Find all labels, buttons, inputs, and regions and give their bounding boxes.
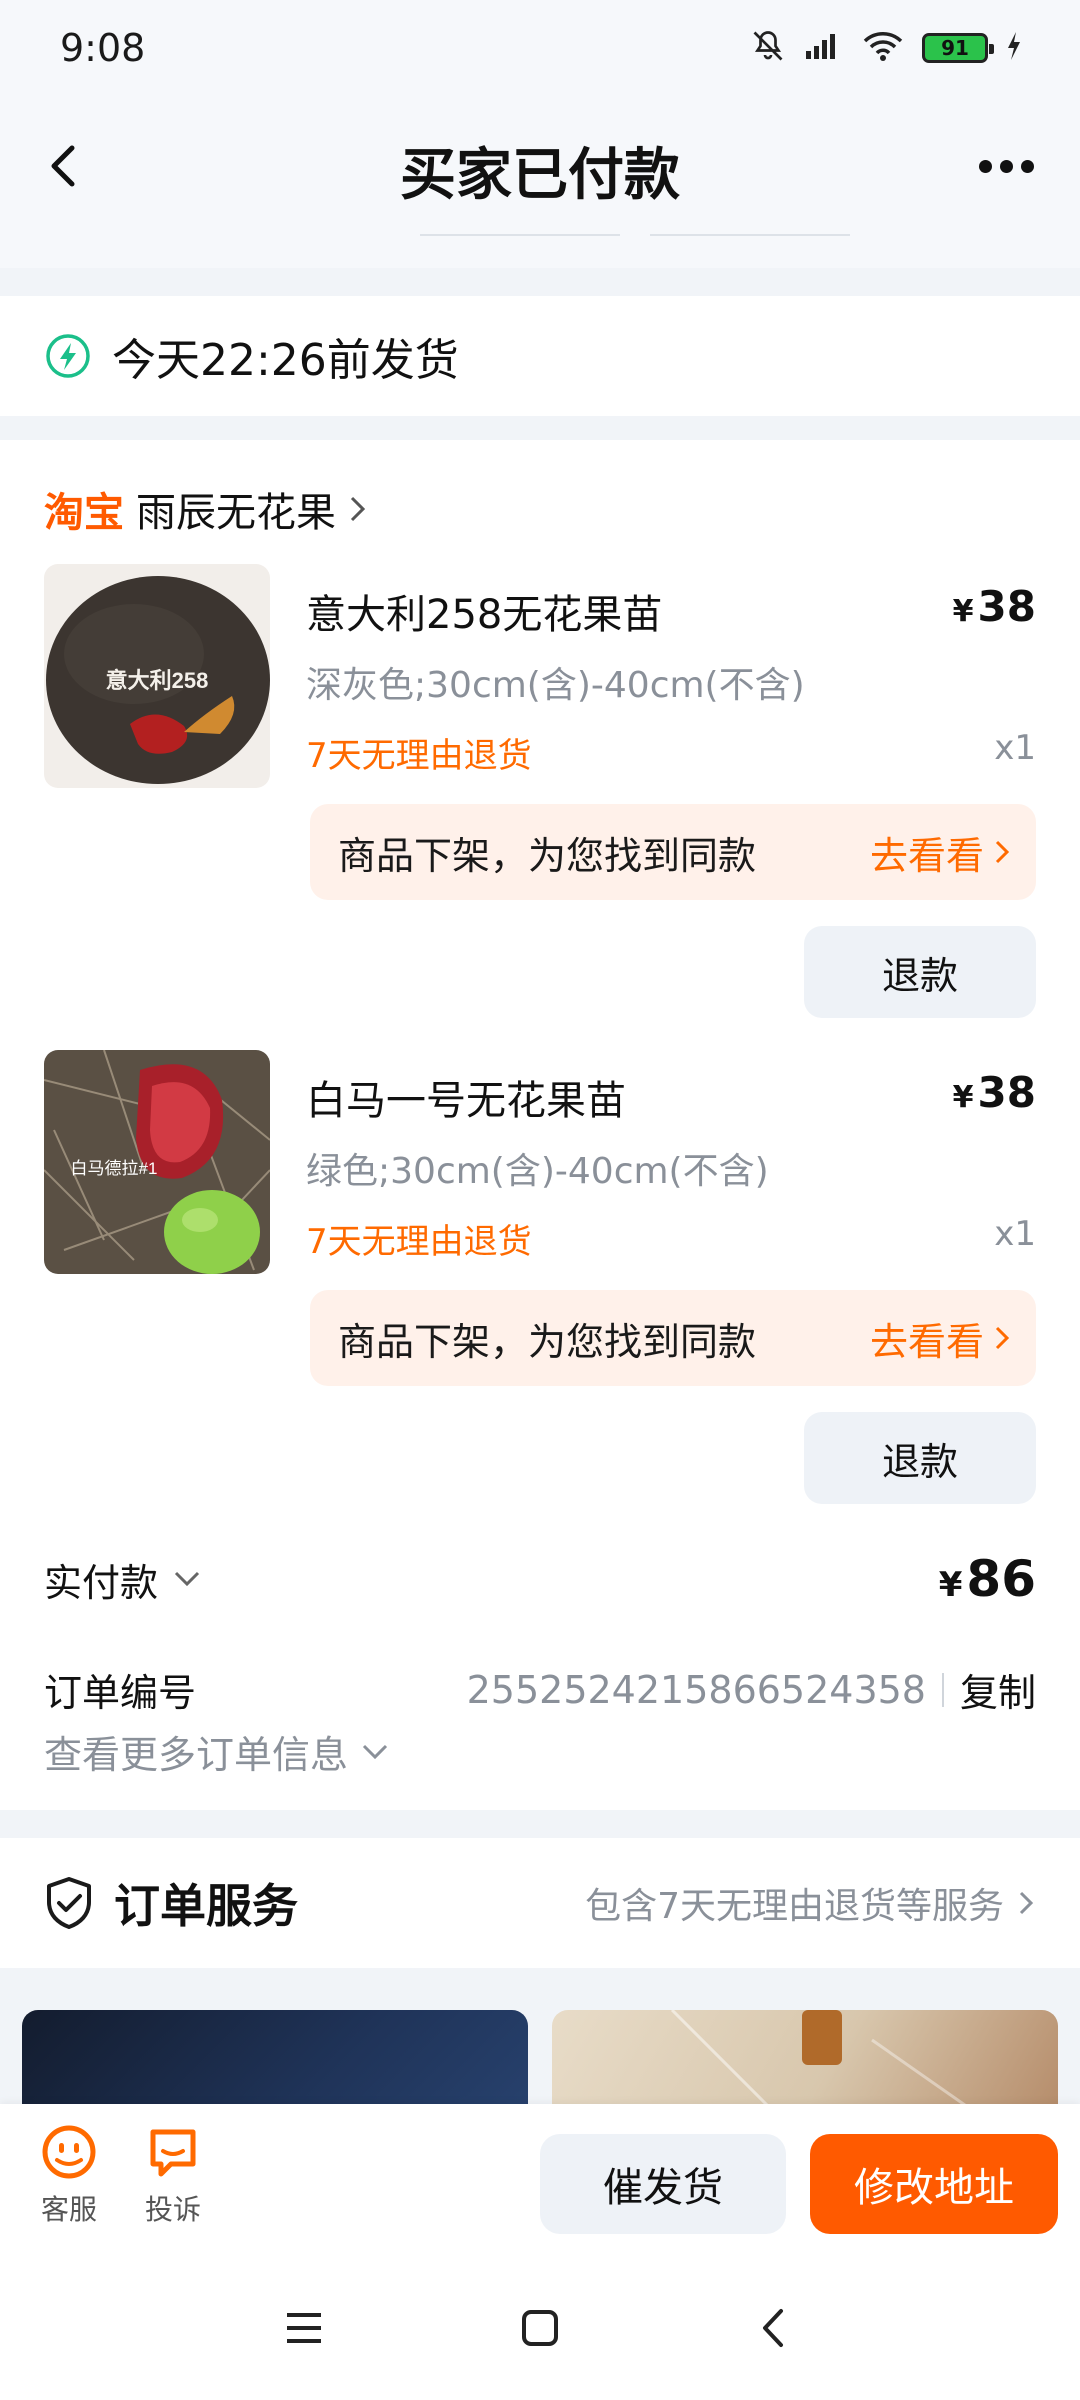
edit-address-button[interactable]: 修改地址 (810, 2134, 1058, 2234)
more-order-info-link[interactable]: 查看更多订单信息 (44, 1724, 390, 1779)
customer-service-button[interactable]: 客服 (24, 2124, 114, 2228)
lightning-icon (46, 334, 90, 378)
offshelf-text: 商品下架，为您找到同款 (338, 1319, 757, 1364)
product-price: ¥38 (953, 1068, 1036, 1117)
customer-service-icon (42, 2125, 96, 2179)
tab-indicator (650, 234, 850, 236)
view-similar-label: 去看看 (869, 833, 984, 878)
product-quantity: x1 (994, 1214, 1036, 1254)
back-nav-button[interactable] (744, 2298, 804, 2358)
order-service-left: 订单服务 (44, 1870, 298, 1936)
shop-name: 雨辰无花果 (136, 490, 336, 536)
charging-icon (1006, 31, 1022, 65)
menu-icon (287, 2313, 321, 2343)
battery-icon: 91 (922, 33, 994, 63)
system-nav-bar (0, 2254, 1080, 2400)
offshelf-text: 商品下架，为您找到同款 (338, 833, 757, 878)
recommendation-tile[interactable] (22, 2010, 528, 2110)
product-image-label: 意大利258 (106, 668, 209, 693)
wifi-icon (862, 30, 904, 66)
signal-icon (804, 31, 844, 65)
product-spec: 深灰色;30cm(含)-40cm(不含) (306, 665, 805, 706)
order-service-title: 订单服务 (114, 1879, 298, 1933)
copy-button[interactable]: 复制 (960, 1662, 1036, 1717)
order-number-group: 2552524215866524358 复制 (467, 1662, 1036, 1717)
paid-amount-label: 实付款 (44, 1560, 159, 1605)
status-bar: 9:08 91 (0, 0, 1080, 96)
mute-icon (750, 28, 786, 68)
more-order-info-label: 查看更多订单信息 (44, 1733, 349, 1777)
more-dot-icon (999, 159, 1013, 173)
return-policy-tag: 7天无理由退货 (306, 736, 532, 776)
paid-amount-value: 86 (966, 1550, 1036, 1608)
menu-nav-button[interactable] (274, 2298, 334, 2358)
shipping-deadline-card: 今天22:26前发货 (0, 296, 1080, 416)
home-nav-button[interactable] (510, 2298, 570, 2358)
product-image-label: 白马德拉#1 (71, 1159, 158, 1178)
taobao-logo: 淘宝 (44, 490, 124, 536)
product-title[interactable]: 白马一号无花果苗 (306, 1068, 626, 1126)
view-similar-link[interactable]: 去看看 (870, 825, 1012, 880)
price-value: 38 (977, 1068, 1036, 1117)
product-quantity: x1 (994, 728, 1036, 768)
product-price: ¥38 (953, 582, 1036, 631)
chevron-right-icon (350, 496, 366, 522)
product-spec: 绿色;30cm(含)-40cm(不含) (306, 1151, 769, 1192)
price-value: 38 (977, 582, 1036, 631)
paid-amount-toggle[interactable]: 实付款 (44, 1552, 202, 1607)
chevron-right-icon (995, 1326, 1010, 1350)
chevron-right-icon (1019, 1891, 1034, 1915)
status-icons: 91 (750, 28, 1022, 68)
refund-button[interactable]: 退款 (804, 1412, 1036, 1504)
order-number-value: 2552524215866524358 (466, 1667, 926, 1712)
complaint-label: 投诉 (144, 2193, 201, 2226)
product-image[interactable]: 白马德拉#1 (44, 1050, 270, 1274)
paid-amount: ¥86 (939, 1550, 1036, 1608)
order-service-summary[interactable]: 包含7天无理由退货等服务 (585, 1877, 1036, 1929)
shop-header[interactable]: 淘宝 雨辰无花果 (44, 480, 370, 538)
tab-indicator (420, 234, 620, 236)
chevron-down-icon (362, 1744, 388, 1759)
currency-symbol: ¥ (952, 1080, 974, 1115)
complaint-icon (150, 2129, 196, 2177)
chevron-right-icon (995, 840, 1010, 864)
currency-symbol: ¥ (938, 1565, 963, 1605)
more-dot-icon (1020, 159, 1034, 173)
header-tab-indicators (420, 234, 850, 236)
chevron-down-icon (174, 1571, 200, 1587)
offshelf-notice[interactable]: 商品下架，为您找到同款 去看看 (310, 1290, 1036, 1386)
order-service-summary-text: 包含7天无理由退货等服务 (585, 1886, 1004, 1927)
product-title[interactable]: 意大利258无花果苗 (306, 582, 662, 640)
shipping-deadline-text: 今天22:26前发货 (112, 335, 459, 386)
refund-button[interactable]: 退款 (804, 926, 1036, 1018)
divider (941, 1672, 944, 1707)
bottom-action-bar: 客服 投诉 催发货 修改地址 (0, 2104, 1080, 2254)
more-dot-icon (978, 159, 992, 173)
status-time: 9:08 (60, 26, 146, 70)
return-policy-tag: 7天无理由退货 (306, 1222, 532, 1262)
offshelf-notice[interactable]: 商品下架，为您找到同款 去看看 (310, 804, 1036, 900)
header: 买家已付款 (0, 96, 1080, 268)
order-card: 淘宝 雨辰无花果 意大利258 意大利258无花果苗 ¥38 深灰色;30cm(… (0, 440, 1080, 1810)
order-number-label: 订单编号 (44, 1671, 197, 1715)
urge-shipping-button[interactable]: 催发货 (540, 2134, 786, 2234)
currency-symbol: ¥ (952, 594, 974, 629)
order-service-card[interactable]: 订单服务 包含7天无理由退货等服务 (0, 1838, 1080, 1968)
view-similar-label: 去看看 (869, 1319, 984, 1364)
complaint-button[interactable]: 投诉 (128, 2124, 218, 2228)
customer-service-label: 客服 (40, 2193, 97, 2226)
shield-check-icon (47, 1877, 91, 1929)
page-title: 买家已付款 (400, 143, 680, 208)
paid-amount-row: 实付款 ¥86 (44, 1550, 1036, 1608)
recommendation-tile[interactable] (552, 2010, 1058, 2110)
back-triangle-icon (763, 2309, 783, 2347)
product-image[interactable]: 意大利258 (44, 564, 270, 788)
more-options-button[interactable] (966, 136, 1046, 196)
order-number-row: 订单编号 2552524215866524358 复制 (44, 1662, 1036, 1717)
home-square-icon (522, 2310, 558, 2346)
view-similar-link[interactable]: 去看看 (870, 1311, 1012, 1366)
